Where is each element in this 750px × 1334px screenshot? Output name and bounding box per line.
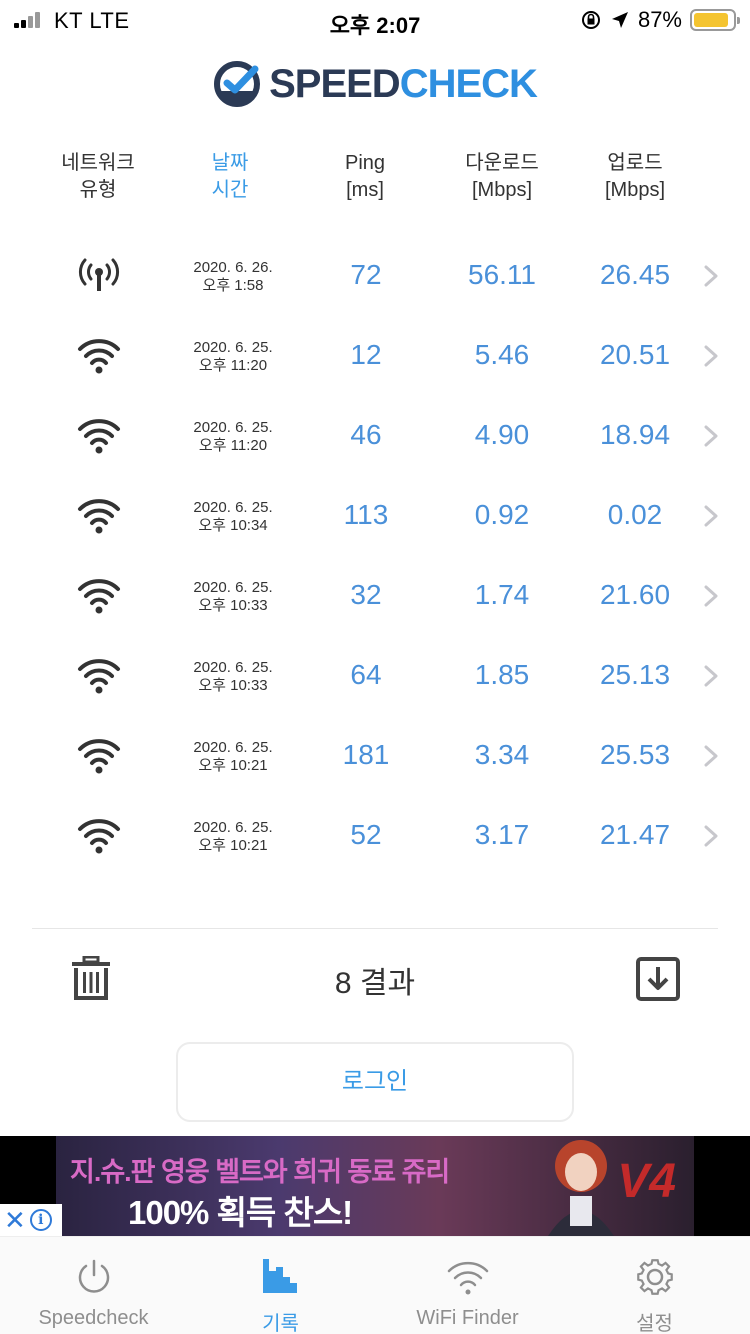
row-upload: 20.51 (599, 339, 671, 370)
row-ping: 64 (350, 659, 382, 690)
history-chart-icon (263, 1259, 297, 1293)
row-ping: 181 (342, 739, 390, 770)
tab-label: WiFi Finder (416, 1307, 519, 1329)
logo-speed: SPEED (269, 61, 401, 106)
power-icon (78, 1259, 110, 1293)
row-ping: 12 (350, 339, 382, 370)
table-row[interactable]: 2020. 6. 25. 오후 10:33 32 1.74 21.60 (0, 557, 750, 637)
chevron-right-icon (704, 505, 718, 527)
wifi-icon (447, 1261, 489, 1295)
table-row[interactable]: 2020. 6. 25. 오후 10:21 181 3.34 25.53 (0, 717, 750, 797)
row-ping: 32 (350, 579, 382, 610)
wifi-icon (78, 419, 120, 454)
speedcheck-logo-icon (214, 61, 261, 107)
header-ping[interactable]: Ping [ms] (310, 150, 420, 204)
ad-subheadline: 100% 획득 찬스! (128, 1194, 353, 1231)
app-logo: SPEEDCHECK (0, 58, 750, 110)
status-bar: KT LTE 오후 2:07 87% (0, 0, 750, 40)
divider (32, 928, 718, 929)
chevron-right-icon (704, 265, 718, 287)
tab-settings[interactable]: 설정 (561, 1237, 748, 1334)
row-datetime: 2020. 6. 25. 오후 10:33 (193, 659, 273, 694)
row-upload: 18.94 (599, 419, 671, 450)
header-network-type[interactable]: 네트워크 유형 (48, 150, 148, 204)
battery-percent: 87% (637, 7, 682, 32)
row-datetime: 2020. 6. 25. 오후 10:34 (193, 499, 273, 534)
row-download: 3.17 (474, 819, 530, 850)
table-row[interactable]: 2020. 6. 26. 오후 1:58 72 56.11 26.45 (0, 237, 750, 317)
row-download: 1.85 (474, 659, 530, 690)
ad-brand-logo: V4 (617, 1155, 676, 1208)
row-upload: 26.45 (599, 259, 671, 290)
wifi-icon (78, 739, 120, 774)
header-upload[interactable]: 업로드 [Mbps] (565, 150, 705, 204)
wifi-icon (78, 499, 120, 534)
ad-info-icon[interactable]: i (29, 1209, 52, 1231)
ad-creative[interactable]: 지.슈.판 영웅 벨트와 희귀 동료 쥬리 100% 획득 찬스! V4 (56, 1136, 694, 1236)
row-datetime: 2020. 6. 25. 오후 11:20 (193, 419, 273, 454)
row-upload: 25.13 (599, 659, 671, 690)
gear-icon (637, 1259, 673, 1295)
download-export-icon[interactable] (636, 957, 680, 1001)
row-ping: 52 (350, 819, 382, 850)
row-ping: 113 (343, 499, 389, 530)
cellular-icon (78, 258, 120, 291)
wifi-icon (78, 819, 120, 854)
row-upload: 25.53 (599, 739, 671, 770)
table-row[interactable]: 2020. 6. 25. 오후 10:33 64 1.85 25.13 (0, 637, 750, 717)
ad-close-icon[interactable]: ✕ (4, 1207, 26, 1233)
row-download: 5.46 (474, 339, 530, 370)
row-datetime: 2020. 6. 25. 오후 10:21 (193, 819, 273, 854)
table-row[interactable]: 2020. 6. 25. 오후 10:34 113 0.92 0.02 (0, 477, 750, 557)
row-upload: 0.02 (607, 499, 663, 530)
results-list: 2020. 6. 26. 오후 1:58 72 56.11 26.45 2020… (0, 237, 750, 877)
row-upload: 21.60 (599, 579, 671, 610)
orientation-lock-icon (581, 11, 600, 29)
row-download: 4.90 (474, 419, 530, 450)
row-datetime: 2020. 6. 26. 오후 1:58 (193, 259, 273, 294)
table-row[interactable]: 2020. 6. 25. 오후 10:21 52 3.17 21.47 (0, 797, 750, 877)
row-datetime: 2020. 6. 25. 오후 11:20 (193, 339, 273, 374)
chevron-right-icon (704, 425, 718, 447)
row-ping: 72 (350, 259, 382, 290)
row-datetime: 2020. 6. 25. 오후 10:33 (193, 579, 273, 614)
chevron-right-icon (704, 345, 718, 367)
status-right: 87% (580, 6, 740, 34)
wifi-icon (78, 659, 120, 694)
row-download: 3.34 (474, 739, 530, 770)
table-row[interactable]: 2020. 6. 25. 오후 11:20 12 5.46 20.51 (0, 317, 750, 397)
logo-wordmark: SPEEDCHECK (269, 61, 538, 107)
ad-banner[interactable]: 지.슈.판 영웅 벨트와 희귀 동료 쥬리 100% 획득 찬스! V4 (0, 1136, 750, 1236)
location-arrow-icon (611, 12, 628, 28)
header-download[interactable]: 다운로드 [Mbps] (432, 150, 572, 204)
ad-headline: 지.슈.판 영웅 벨트와 희귀 동료 쥬리 (70, 1157, 450, 1187)
logo-check: CHECK (399, 61, 538, 106)
chevron-right-icon (704, 665, 718, 687)
wifi-icon (78, 579, 120, 614)
row-datetime: 2020. 6. 25. 오후 10:21 (193, 739, 273, 774)
tab-wifi-finder[interactable]: WiFi Finder (374, 1237, 561, 1334)
battery-icon (690, 9, 740, 31)
tab-label: Speedcheck (38, 1307, 149, 1329)
tab-label: 설정 (636, 1313, 673, 1334)
row-download: 1.74 (474, 579, 530, 610)
chevron-right-icon (704, 585, 718, 607)
row-download: 0.92 (474, 499, 530, 530)
tab-bar: Speedcheck 기록 WiFi Finder 설정 (0, 1236, 750, 1334)
header-date-time[interactable]: 날짜 시간 (165, 150, 295, 204)
ad-controls: ✕ i (0, 1204, 62, 1236)
chevron-right-icon (704, 825, 718, 847)
wifi-icon (78, 339, 120, 374)
login-button[interactable]: 로그인 (176, 1042, 574, 1122)
row-ping: 46 (350, 419, 382, 450)
row-download: 56.11 (468, 259, 536, 290)
tab-speedcheck[interactable]: Speedcheck (0, 1237, 187, 1334)
tab-history[interactable]: 기록 (187, 1237, 374, 1334)
tab-label: 기록 (262, 1313, 299, 1334)
chevron-right-icon (704, 745, 718, 767)
table-row[interactable]: 2020. 6. 25. 오후 11:20 46 4.90 18.94 (0, 397, 750, 477)
row-upload: 21.47 (599, 819, 671, 850)
